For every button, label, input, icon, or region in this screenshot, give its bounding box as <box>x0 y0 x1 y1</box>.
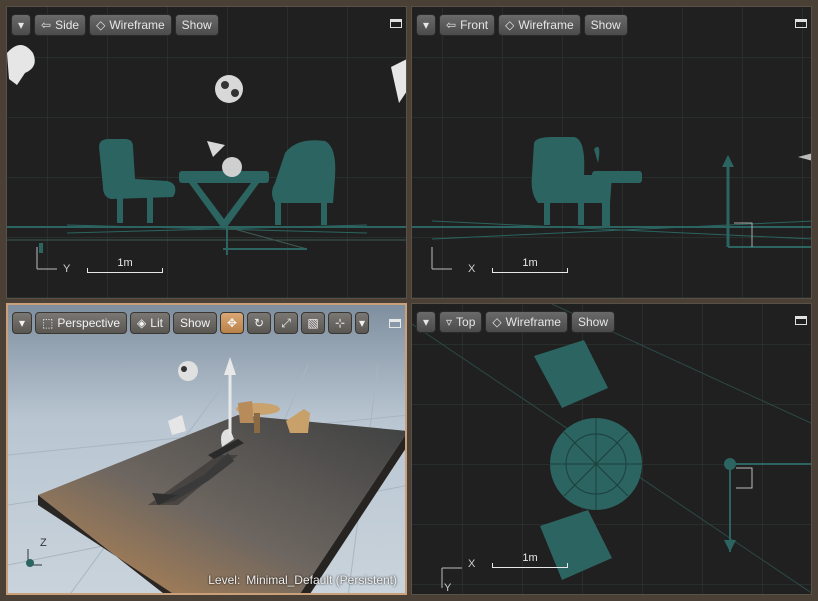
view-type-button[interactable]: ⇦ Front <box>439 14 496 36</box>
view-type-button[interactable]: ▿ Top <box>439 311 483 333</box>
surface-snapping-button[interactable]: ▧ <box>301 312 325 334</box>
maximize-icon[interactable] <box>390 19 402 28</box>
front-toolbar: ▾ ⇦ Front ◇ Wireframe Show <box>416 13 805 37</box>
translate-tool-button[interactable]: ✥ <box>220 312 244 334</box>
scale-indicator: 1m <box>492 257 568 273</box>
maximize-icon[interactable] <box>795 316 807 325</box>
grid-snap-button[interactable]: ⊹ <box>328 312 352 334</box>
viewport-menu-button[interactable]: ▾ <box>416 14 436 36</box>
maximize-icon[interactable] <box>389 319 401 328</box>
wireframe-icon: ◇ <box>96 18 106 32</box>
show-button[interactable]: Show <box>172 312 217 334</box>
lit-icon: ◈ <box>137 316 147 330</box>
viewport-menu-button[interactable]: ▾ <box>12 312 32 334</box>
rotate-icon: ↻ <box>253 316 265 330</box>
wireframe-icon: ◇ <box>492 315 502 329</box>
show-button[interactable]: Show <box>583 14 628 36</box>
viewport-menu-button[interactable]: ▾ <box>416 311 436 333</box>
show-button[interactable]: Show <box>570 311 615 333</box>
viewport-front[interactable]: ▾ ⇦ Front ◇ Wireframe Show X 1m <box>411 6 812 299</box>
chevron-down-icon: ▾ <box>17 18 25 32</box>
rotate-tool-button[interactable]: ↻ <box>247 312 271 334</box>
scale-indicator: 1m <box>87 257 163 273</box>
viewport-menu-button[interactable]: ▾ <box>11 14 31 36</box>
view-type-button[interactable]: ⬚ Perspective <box>35 312 128 334</box>
side-scene <box>7 7 406 298</box>
more-button[interactable]: ▾ <box>355 312 369 334</box>
perspective-scene <box>8 357 405 593</box>
translate-icon: ✥ <box>226 316 238 330</box>
chevron-down-icon: ▾ <box>422 315 430 329</box>
maximize-icon[interactable] <box>795 19 807 28</box>
grid-snap-icon: ⊹ <box>334 316 346 330</box>
chevron-down-icon: ▾ <box>422 18 430 32</box>
chevron-down-icon: ▾ <box>18 316 26 330</box>
level-indicator: Level: Minimal_Default (Persistent) <box>208 573 397 587</box>
axis-label-x: X <box>468 263 476 275</box>
camera-icon: ⇦ <box>41 18 52 32</box>
axis-label-y: Y <box>444 582 452 594</box>
camera-icon: ▿ <box>446 315 453 329</box>
front-scene <box>412 7 811 298</box>
top-scene <box>412 304 811 594</box>
axis-label-x: X <box>468 558 476 570</box>
perspective-icon: ⬚ <box>42 316 54 330</box>
show-button[interactable]: Show <box>174 14 219 36</box>
scale-icon: ⤢ <box>281 315 291 330</box>
viewport-side[interactable]: ▾ ⇦ Side ◇ Wireframe Show Y 1m <box>6 6 407 299</box>
scale-tool-button[interactable]: ⤢ <box>274 312 298 334</box>
axis-label-z: Z <box>40 537 47 549</box>
view-mode-button[interactable]: ◈ Lit <box>130 312 170 334</box>
perspective-toolbar: ▾ ⬚ Perspective ◈ Lit Show ✥ ↻ ⤢ ▧ ⊹ ▾ <box>12 311 399 335</box>
wireframe-icon: ◇ <box>505 18 515 32</box>
surface-snapping-icon: ▧ <box>307 316 319 330</box>
view-mode-button[interactable]: ◇ Wireframe <box>498 14 581 36</box>
scale-indicator: 1m <box>492 552 568 568</box>
camera-icon: ⇦ <box>446 18 457 32</box>
chevron-down-icon: ▾ <box>358 316 366 330</box>
viewport-perspective[interactable]: ▾ ⬚ Perspective ◈ Lit Show ✥ ↻ ⤢ ▧ ⊹ ▾ Z L… <box>6 303 407 595</box>
view-mode-button[interactable]: ◇ Wireframe <box>89 14 172 36</box>
top-toolbar: ▾ ▿ Top ◇ Wireframe Show <box>416 310 805 334</box>
axis-label-y: Y <box>63 263 71 275</box>
side-toolbar: ▾ ⇦ Side ◇ Wireframe Show <box>11 13 400 37</box>
view-mode-button[interactable]: ◇ Wireframe <box>485 311 568 333</box>
view-type-button[interactable]: ⇦ Side <box>34 14 87 36</box>
viewport-top[interactable]: ▾ ▿ Top ◇ Wireframe Show X Y 1m <box>411 303 812 595</box>
